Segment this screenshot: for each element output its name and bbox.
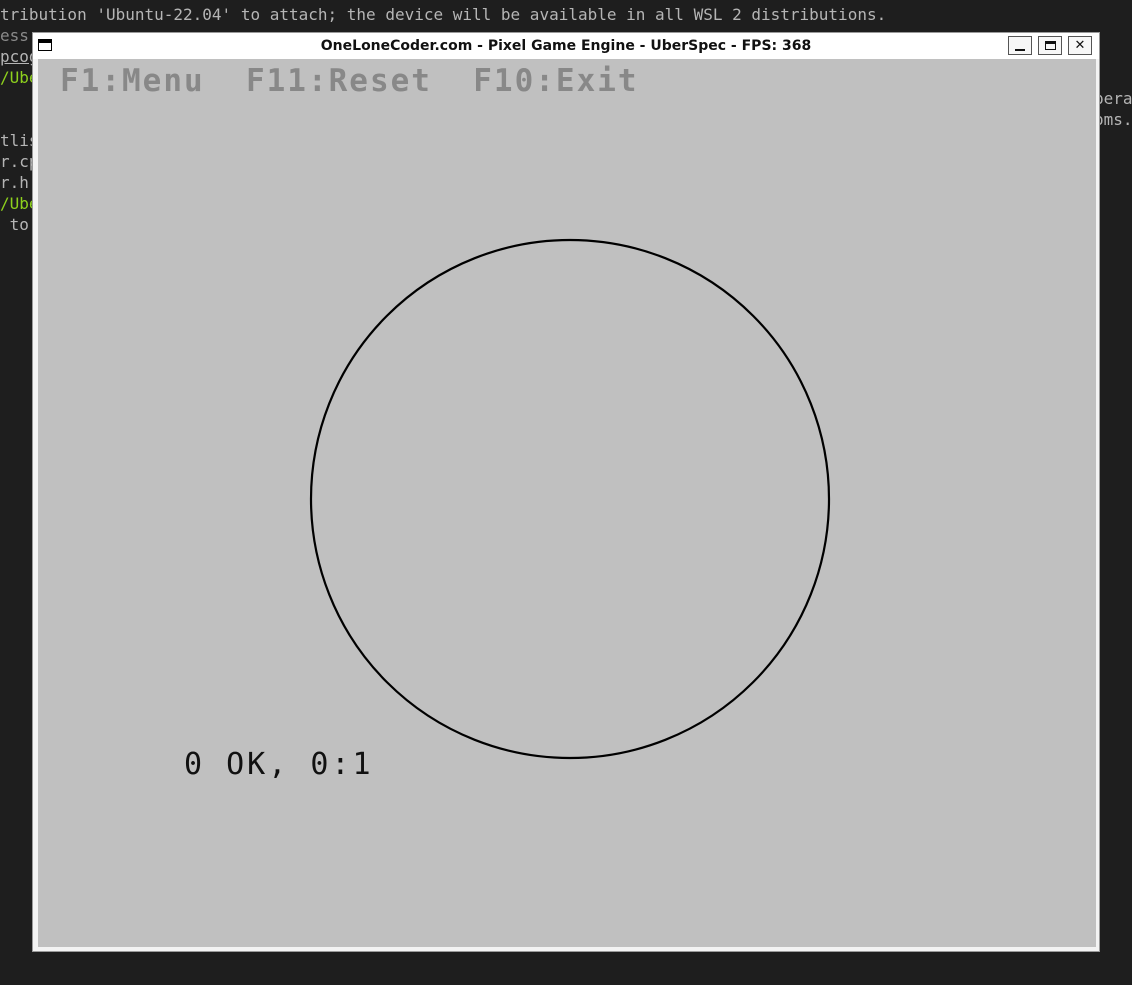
circle-shape [309,238,831,760]
game-canvas[interactable]: F1:Menu F11:Reset F10:Exit 0 OK, 0:1 [38,59,1096,947]
circle-outline [309,238,831,760]
close-button[interactable]: ✕ [1068,36,1092,55]
maximize-icon [1044,41,1056,50]
minimize-button[interactable] [1008,36,1032,55]
close-icon: ✕ [1074,38,1086,53]
terminal-line: tribution 'Ubuntu-22.04' to attach; the … [0,5,887,24]
minimize-icon [1015,48,1025,51]
window-title: OneLoneCoder.com - Pixel Game Engine - U… [320,38,812,54]
status-text: 0 OK, 0:1 [184,747,374,782]
terminal-line: ess [0,26,29,45]
terminal-line: r.h [0,173,29,192]
terminal-line: to [0,215,29,234]
maximize-button[interactable] [1038,36,1062,55]
title-bar[interactable]: OneLoneCoder.com - Pixel Game Engine - U… [33,33,1099,59]
pixel-game-engine-window[interactable]: OneLoneCoder.com - Pixel Game Engine - U… [32,32,1100,952]
